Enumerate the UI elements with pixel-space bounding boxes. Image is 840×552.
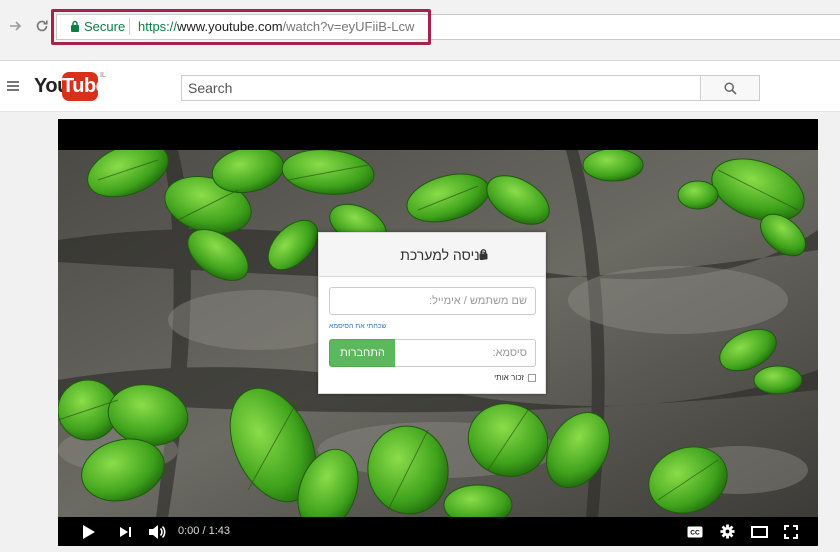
- captions-button[interactable]: CC: [684, 517, 706, 546]
- password-group: התחברות: [329, 339, 536, 367]
- search-input[interactable]: [181, 75, 701, 101]
- reload-icon: [36, 20, 48, 32]
- password-field[interactable]: [395, 339, 536, 367]
- search-button[interactable]: [700, 75, 760, 101]
- theater-icon: [750, 525, 768, 538]
- login-title: כניסה למערכת: [400, 247, 487, 263]
- login-button[interactable]: התחברות: [329, 339, 396, 367]
- play-button[interactable]: [78, 517, 100, 546]
- svg-text:CC: CC: [690, 529, 700, 536]
- theater-button[interactable]: [748, 517, 770, 546]
- next-button[interactable]: [114, 517, 136, 546]
- remember-checkbox[interactable]: [528, 374, 536, 382]
- settings-button[interactable]: [716, 517, 738, 546]
- remember-me[interactable]: זכור אותי: [489, 373, 537, 385]
- logo-region: IL: [100, 72, 106, 79]
- volume-icon: [149, 524, 166, 539]
- login-panel: כניסה למערכת שכחתי את הסיסמא התחברות זכו…: [318, 232, 546, 394]
- captions-icon: CC: [687, 526, 703, 537]
- play-icon: [83, 524, 95, 539]
- remember-label: זכור אותי: [494, 373, 524, 382]
- fullscreen-button[interactable]: [780, 517, 802, 546]
- time-display: 0:00 / 1:43: [178, 525, 230, 537]
- username-field[interactable]: [329, 287, 536, 315]
- forward-button[interactable]: [4, 14, 28, 38]
- next-icon: [119, 526, 131, 537]
- fullscreen-icon: [784, 524, 798, 539]
- menu-icon[interactable]: [7, 81, 19, 91]
- settings-icon: [719, 524, 735, 539]
- logo-tube: Tube: [62, 72, 107, 101]
- player-controls: 0:00 / 1:43 CC: [58, 517, 818, 546]
- search-icon: [724, 82, 737, 95]
- login-header: כניסה למערכת: [319, 233, 545, 277]
- url-highlight-box: [51, 9, 431, 45]
- forgot-password-link[interactable]: שכחתי את הסיסמא: [329, 323, 387, 330]
- volume-button[interactable]: [146, 517, 168, 546]
- arrow-right-icon: [10, 21, 22, 31]
